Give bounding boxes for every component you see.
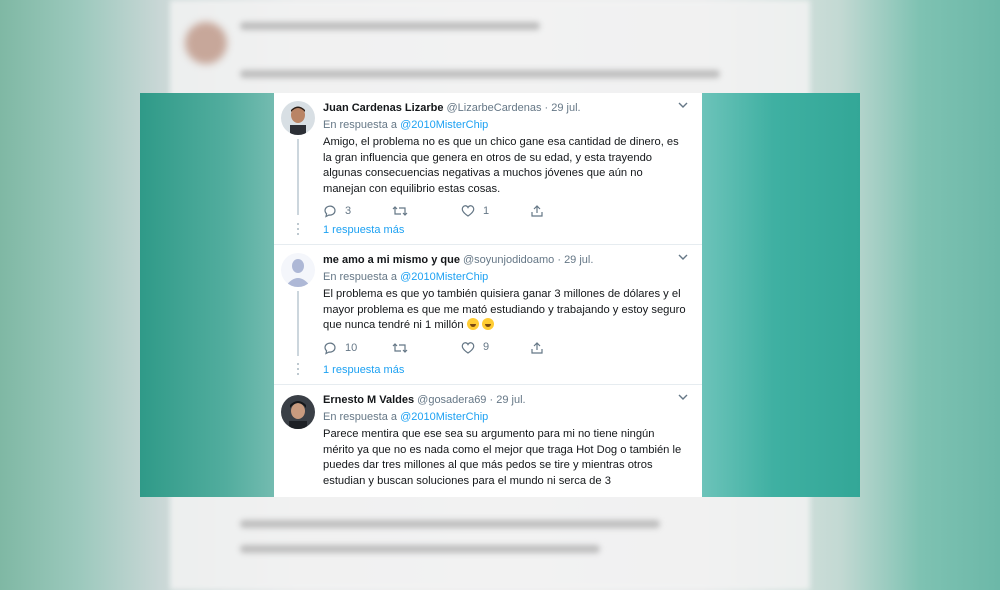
divider [274,244,702,245]
share-icon [530,496,544,497]
avatar[interactable] [281,395,315,429]
retweet-button[interactable] [392,341,416,355]
tweet-header: Juan Cardenas Lizarbe @LizarbeCardenas ·… [323,101,688,115]
thread-dots [297,363,299,378]
share-icon [531,341,543,354]
retweet-icon [392,206,408,217]
tweet-actions: 5 5 [323,496,688,498]
reply-count: 10 [345,341,358,354]
tweet-actions: 3 1 [323,204,688,222]
retweet-icon [392,496,408,497]
tweet-text: Parece mentira que ese sea su argumento … [323,428,682,487]
display-name[interactable]: Juan Cardenas Lizarbe [323,102,443,114]
reply-icon [324,205,336,218]
share-button[interactable] [530,341,544,355]
divider [274,384,702,385]
replies-card: Juan Cardenas Lizarbe @LizarbeCardenas ·… [274,93,702,497]
reply-context: En respuesta a @2010MisterChip [323,269,688,285]
share-button[interactable] [530,496,544,497]
like-count: 9 [483,341,490,354]
reply-prefix: En respuesta a [323,271,401,283]
tweet-date[interactable]: · 29 jul. [490,394,526,406]
heart-icon [461,205,475,218]
tweet-text: Amigo, el problema no es que un chico ga… [323,136,679,195]
retweet-button[interactable] [392,496,416,497]
tweet-date[interactable]: · 29 jul. [545,102,581,114]
thread-dots [297,223,299,238]
avatar[interactable] [281,101,315,135]
like-button[interactable]: 1 [461,204,490,218]
tweet-text-container: El problema es que yo también quisiera g… [323,287,688,334]
reply-prefix: En respuesta a [323,119,401,131]
heart-icon [461,496,475,497]
show-more-replies-link[interactable]: 1 respuesta más [323,224,404,236]
user-handle[interactable]: @LizarbeCardenas [447,102,542,114]
like-button[interactable]: 9 [461,341,489,354]
reply-button[interactable]: 10 [323,341,357,355]
tweet-text: El problema es que yo también quisiera g… [323,288,686,332]
thread-line [297,139,299,215]
display-name[interactable]: Ernesto M Valdes [323,394,414,406]
reply-icon [323,496,337,497]
avatar[interactable] [281,253,315,287]
background-avatar [185,22,227,64]
user-handle[interactable]: @gosadera69 [417,394,486,406]
retweet-icon [392,342,408,353]
tweet-actions: 10 9 [323,341,688,359]
tweet-date[interactable]: · 29 jul. [557,254,593,266]
reply-to-link[interactable]: @2010MisterChip [400,271,488,283]
reply-to-link[interactable]: @2010MisterChip [400,411,488,423]
reply-button[interactable]: 5 [323,496,351,497]
display-name[interactable]: me amo a mi mismo y que [323,254,460,266]
reply-icon [324,342,336,355]
share-icon [531,205,543,217]
tweet-header: Ernesto M Valdes @gosadera69 · 29 jul. [323,393,688,407]
reply-context: En respuesta a @2010MisterChip [323,409,688,425]
share-button[interactable] [530,204,544,218]
background-text-line [240,22,540,30]
grinning-sweat-emoji [466,318,479,331]
retweet-button[interactable] [392,204,416,218]
heart-icon [461,341,475,354]
laughing-tears-emoji [481,318,494,331]
background-text-line [240,545,600,553]
reply-button[interactable]: 3 [323,204,351,218]
reply-to-link[interactable]: @2010MisterChip [400,119,488,131]
background-text-line [240,70,720,78]
tweet-header: me amo a mi mismo y que @soyunjodidoamo … [323,253,688,267]
like-button[interactable]: 5 [461,496,489,498]
like-count: 1 [483,204,490,217]
reply-prefix: En respuesta a [323,411,401,423]
show-more-replies-link[interactable]: 1 respuesta más [323,364,404,376]
reply-count: 3 [345,205,352,218]
user-handle[interactable]: @soyunjodidoamo [463,254,554,266]
thread-line [297,291,299,356]
reply-context: En respuesta a @2010MisterChip [323,117,688,133]
background-text-line [240,520,660,528]
